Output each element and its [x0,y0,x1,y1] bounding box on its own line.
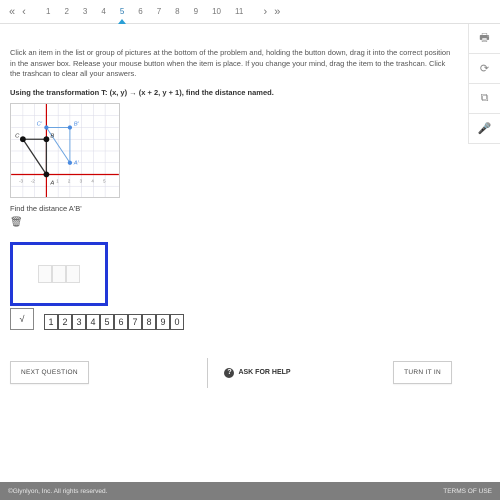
svg-text:A': A' [73,160,80,166]
tile-0[interactable]: 0 [170,314,184,330]
page-10[interactable]: 10 [212,7,221,16]
svg-text:B': B' [74,121,80,127]
svg-text:C': C' [37,121,43,127]
page-5[interactable]: 5 [120,7,124,16]
terms-link[interactable]: TERMS OF USE [443,488,492,495]
tile-2[interactable]: 2 [58,314,72,330]
graph: A B C A' B' C' 1 2 3 4 5 -3 -2 [10,103,120,198]
ask-label: ASK FOR HELP [238,369,290,376]
svg-text:-2: -2 [31,178,35,183]
tile-9[interactable]: 9 [156,314,170,330]
ask-for-help-button[interactable]: ? ASK FOR HELP [224,368,290,378]
last-page-icon[interactable]: » [271,6,283,18]
tile-8[interactable]: 8 [142,314,156,330]
page-7[interactable]: 7 [157,7,161,16]
action-row: NEXT QUESTION ? ASK FOR HELP TURN IT IN [10,358,452,388]
svg-text:2: 2 [68,178,71,183]
answer-cell[interactable] [38,265,52,283]
answer-cell[interactable] [66,265,80,283]
footer: ©Glynlyon, Inc. All rights reserved. TER… [0,482,500,500]
sqrt-tile[interactable]: √ [10,308,34,330]
trash-icon[interactable]: 🗑 [10,217,452,228]
prev-page-icon[interactable]: ‹ [18,6,30,18]
page-1[interactable]: 1 [46,7,50,16]
svg-text:C: C [15,133,20,139]
page-3[interactable]: 3 [83,7,87,16]
pager: « ‹ 1 2 3 4 5 6 7 8 9 10 11 › » [0,0,500,24]
svg-text:1: 1 [56,178,59,183]
tile-7[interactable]: 7 [128,314,142,330]
tile-6[interactable]: 6 [114,314,128,330]
tile-1[interactable]: 1 [44,314,58,330]
answer-cell[interactable] [52,265,66,283]
page-6[interactable]: 6 [138,7,142,16]
next-question-button[interactable]: NEXT QUESTION [10,361,89,384]
copyright: ©Glynlyon, Inc. All rights reserved. [8,488,107,495]
svg-text:A: A [49,180,54,186]
svg-text:3: 3 [80,178,83,183]
page-numbers: 1 2 3 4 5 6 7 8 9 10 11 [46,7,243,16]
svg-text:5: 5 [103,178,106,183]
svg-text:-3: -3 [19,178,23,183]
page-11[interactable]: 11 [235,7,243,16]
tile-5[interactable]: 5 [100,314,114,330]
answer-box[interactable] [10,242,108,306]
svg-text:4: 4 [91,178,94,183]
first-page-icon[interactable]: « [6,6,18,18]
next-page-icon[interactable]: › [259,6,271,18]
page-8[interactable]: 8 [175,7,179,16]
turn-it-in-button[interactable]: TURN IT IN [393,361,452,384]
find-question: Find the distance A'B' [10,204,452,213]
divider [207,358,208,388]
tile-3[interactable]: 3 [72,314,86,330]
page-4[interactable]: 4 [101,7,105,16]
instructions-text: Click an item in the list or group of pi… [10,48,452,80]
page-2[interactable]: 2 [64,7,68,16]
page-9[interactable]: 9 [194,7,198,16]
tile-4[interactable]: 4 [86,314,100,330]
help-icon: ? [224,368,234,378]
svg-text:B: B [50,133,54,139]
problem-area: Click an item in the list or group of pi… [0,24,500,388]
equation-text: Using the transformation T: (x, y) → (x … [10,88,452,97]
tiles-row: √ 1 2 3 4 5 6 7 8 9 0 [10,308,452,330]
